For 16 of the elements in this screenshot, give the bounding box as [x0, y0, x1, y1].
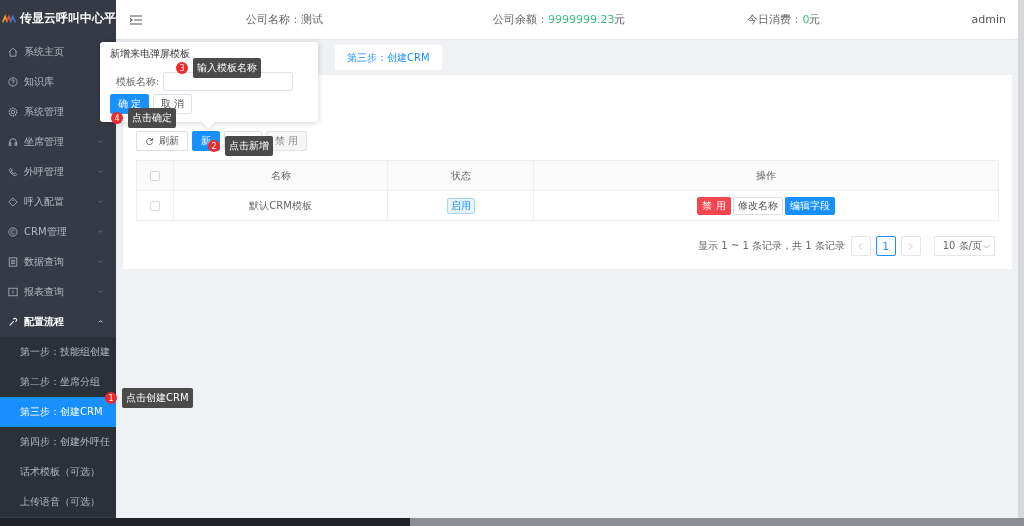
tooltip: 输入模板名称 — [193, 58, 261, 78]
popover-title: 新增来电弹屏模板 — [110, 47, 191, 61]
table-cell: 默认CRM模板 — [174, 191, 388, 220]
balance-text: 公司余额：9999999.23元 — [493, 12, 626, 27]
company-name-text: 公司名称：测试 — [246, 12, 323, 27]
field-label: 模板名称: — [116, 74, 160, 89]
tooltip: 点击确定 — [128, 108, 176, 128]
column-header: 状态 — [388, 161, 534, 190]
tooltip: 点击创建CRM — [122, 388, 193, 408]
tooltip: 点击新增 — [225, 136, 273, 156]
app-title: 传显云呼叫中心平 — [20, 10, 116, 27]
status-tag: 启用 — [446, 197, 475, 214]
pagination-summary: 显示 1 ~ 1 条记录，共 1 条记录 — [698, 239, 845, 253]
spend-text: 今日消费：0元 — [747, 12, 821, 27]
column-header: 操作 — [755, 168, 777, 183]
column-header: 名称 — [174, 161, 388, 190]
